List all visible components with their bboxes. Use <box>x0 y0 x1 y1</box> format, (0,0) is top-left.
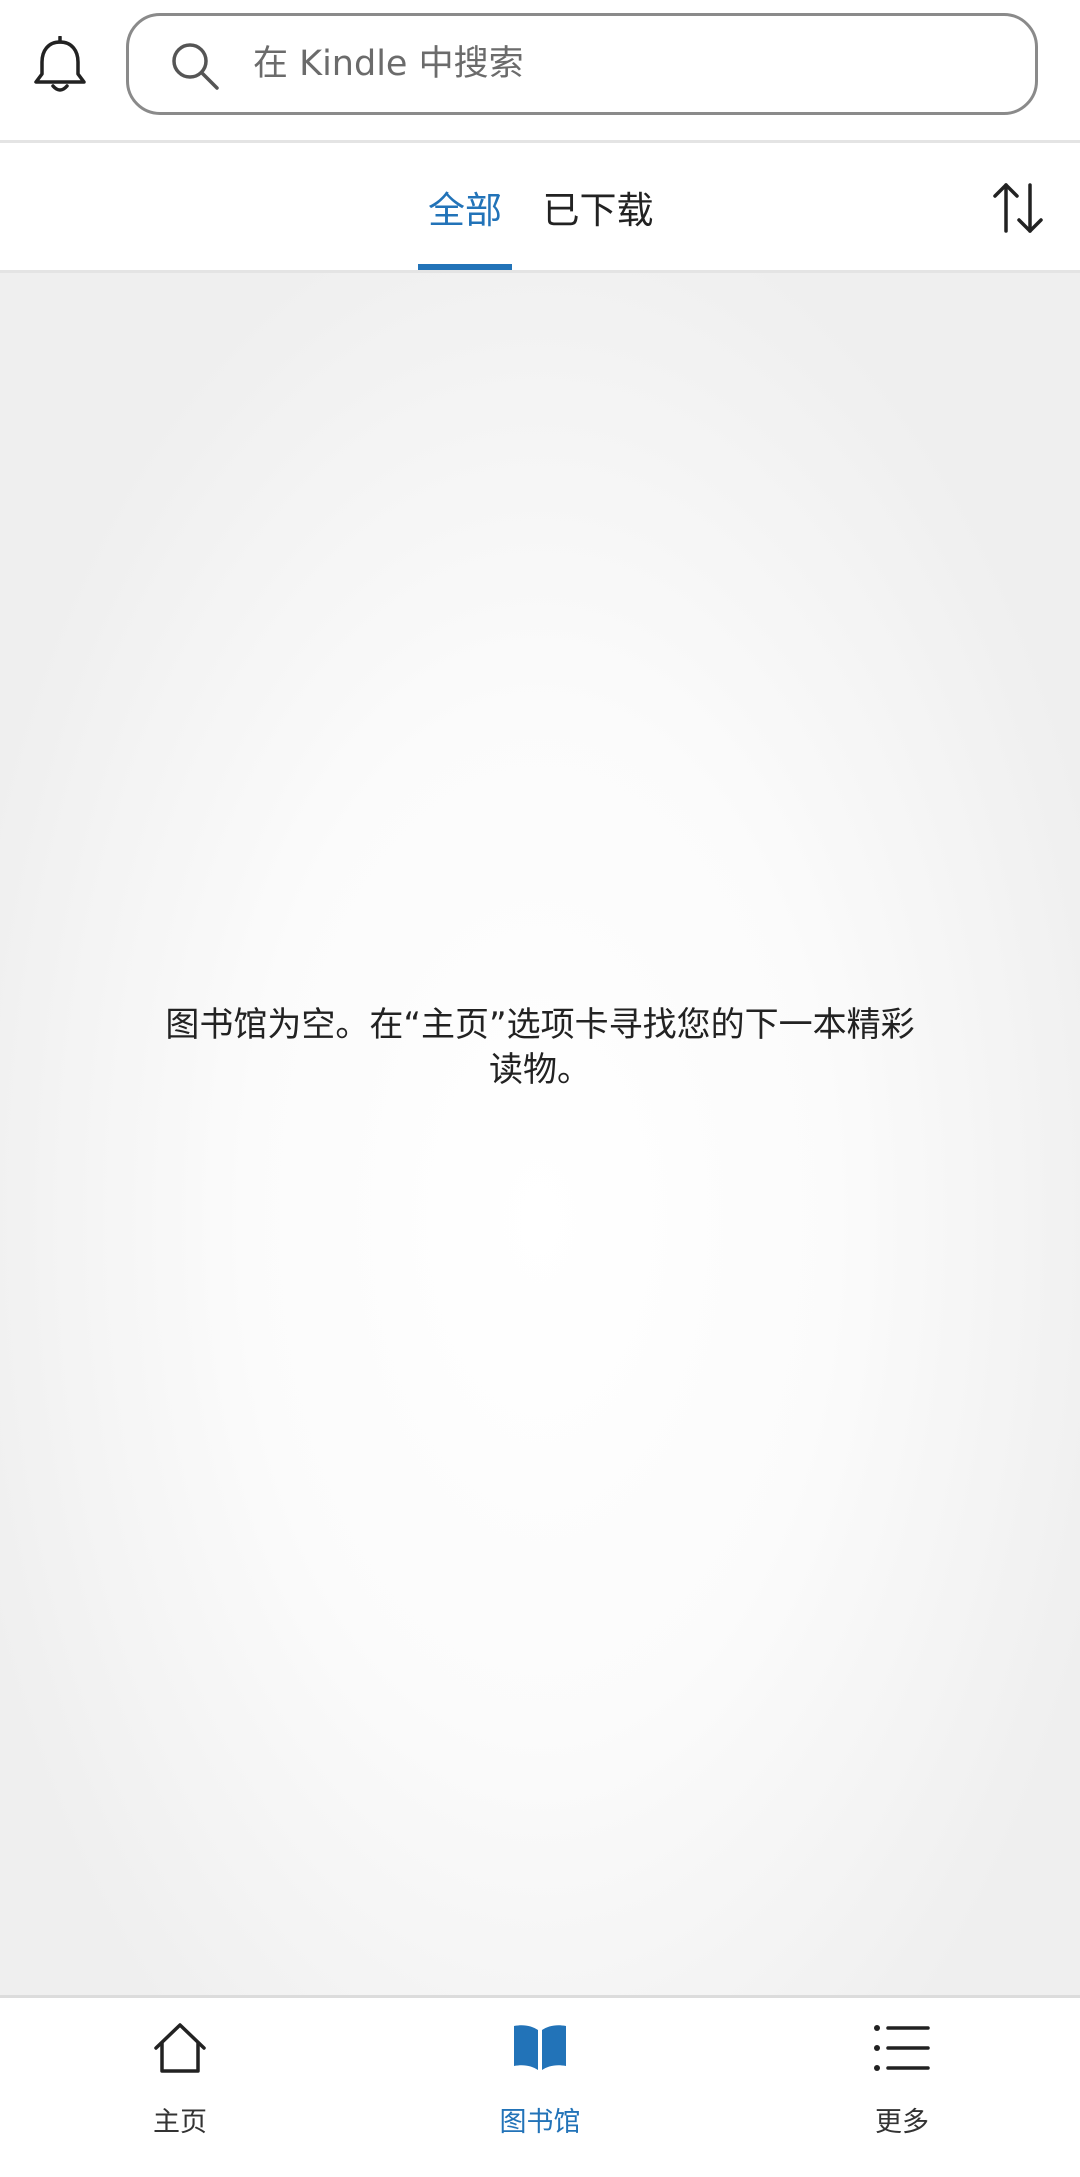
search-box[interactable] <box>126 13 1038 115</box>
nav-home[interactable]: 主页 <box>100 2020 260 2160</box>
kindle-library-screen: 全部 已下载 图书馆为空。在“主页”选项卡寻找您的下一本精彩读物。 <box>0 0 1080 2177</box>
top-bar <box>0 0 1080 143</box>
tab-all[interactable]: 全部 <box>418 143 512 270</box>
empty-library-message: 图书馆为空。在“主页”选项卡寻找您的下一本精彩读物。 <box>165 1005 915 1090</box>
nav-home-label: 主页 <box>153 2107 207 2138</box>
nav-more-label: 更多 <box>875 2107 929 2138</box>
tab-downloaded-label: 已下载 <box>542 188 654 232</box>
sort-icon[interactable] <box>990 181 1046 235</box>
home-icon <box>150 2020 210 2076</box>
search-icon <box>169 40 221 92</box>
library-content: 图书馆为空。在“主页”选项卡寻找您的下一本精彩读物。 <box>0 273 1080 1995</box>
nav-library-label: 图书馆 <box>499 2107 581 2138</box>
library-tabs: 全部 已下载 <box>0 143 1080 273</box>
bottom-nav: 主页 图书馆 更多 <box>0 1995 1080 2177</box>
list-icon <box>872 2020 932 2076</box>
book-icon <box>510 2020 570 2076</box>
bell-icon[interactable] <box>32 35 88 96</box>
search-input[interactable] <box>253 16 1013 112</box>
tab-all-label: 全部 <box>428 188 502 232</box>
tab-downloaded[interactable]: 已下载 <box>540 143 656 270</box>
nav-more[interactable]: 更多 <box>822 2020 982 2160</box>
nav-library[interactable]: 图书馆 <box>460 2020 620 2160</box>
